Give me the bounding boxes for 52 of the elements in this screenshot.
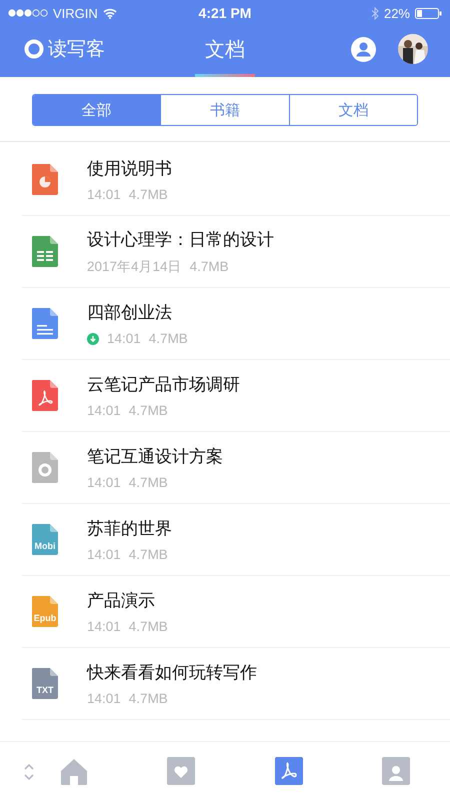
file-size: 4.7MB [128,403,168,418]
battery-icon [415,8,442,18]
app-logo: 读写客 [48,37,105,62]
page-title: 文档 [205,36,245,62]
file-name[interactable]: 快来看看如何玩转写作 [87,661,257,684]
mobi-file-icon [32,524,58,555]
sheet-file-icon [32,236,58,267]
home-icon[interactable] [60,757,88,785]
up-down-icon [24,762,34,782]
file-date: 14:01 [87,475,121,490]
file-name[interactable]: 苏菲的世界 [87,517,172,540]
bluetooth-icon [370,6,379,20]
file-name[interactable]: 产品演示 [87,589,168,612]
signal-icon [8,9,48,17]
txt-file-icon [32,668,58,699]
chart-file-icon [32,164,58,195]
file-type-label: Mobi [34,541,56,551]
pdf-icon[interactable] [274,757,303,785]
file-size: 4.7MB [128,187,168,202]
file-size: 4.7MB [148,331,188,346]
file-date: 14:01 [87,403,121,418]
file-date: 2017年4月14日 [87,258,182,276]
user-icon[interactable] [351,36,376,62]
file-name[interactable]: 设计心理学：日常的设计 [87,228,274,250]
tab-indicator [195,74,255,77]
file-date: 14:01 [87,619,121,634]
file-name[interactable]: 使用说明书 [87,157,172,180]
file-size: 4.7MB [128,619,168,634]
download-icon [87,332,99,344]
file-name[interactable]: 云笔记产品市场调研 [87,373,240,396]
clock: 4:21 PM [198,5,252,21]
battery-percent: 22% [384,6,410,20]
circle-file-icon [32,452,58,483]
file-size: 4.7MB [128,475,168,490]
file-date: 14:01 [87,547,121,562]
epub-file-icon [32,596,58,627]
text-file-icon [32,308,58,339]
wifi-icon [102,8,117,18]
file-size: 4.7MB [190,259,229,274]
file-type-label: TXT [36,685,54,695]
file-name[interactable]: 四部创业法 [87,301,188,324]
reader-icon[interactable] [382,757,410,785]
file-date: 14:01 [107,331,141,346]
file-type-label: Epub [32,613,58,623]
pdf-file-icon [32,380,58,411]
file-size: 4.7MB [128,547,168,562]
logo-icon [24,39,44,59]
file-size: 4.7MB [128,691,168,706]
carrier: VIRGIN [53,6,98,20]
file-date: 14:01 [87,187,121,202]
file-name[interactable]: 笔记互通设计方案 [87,445,223,468]
file-date: 14:01 [87,691,121,706]
